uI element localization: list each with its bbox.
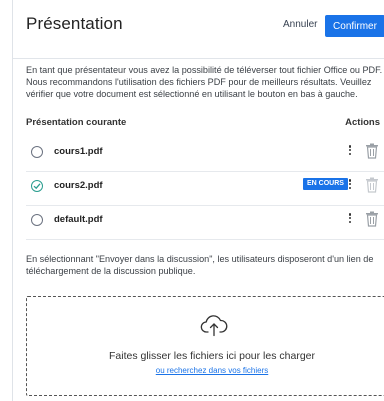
browse-files-link[interactable]: ou recherchez dans vos fichiers — [27, 366, 384, 375]
modal-header: Présentation Annuler Confirmer — [13, 0, 384, 59]
intro-text: En tant que présentateur vous avez la po… — [26, 65, 383, 99]
table-row: cours1.pdf — [26, 138, 384, 172]
trash-icon[interactable] — [365, 211, 379, 227]
chat-download-note: En sélectionnant "Envoyer dans la discus… — [26, 254, 374, 276]
cancel-button[interactable]: Annuler — [283, 19, 317, 30]
radio-icon[interactable] — [31, 214, 43, 226]
presentation-modal: Présentation Annuler Confirmer En tant q… — [12, 0, 384, 401]
column-header-actions: Actions — [345, 117, 380, 128]
trash-icon[interactable] — [365, 143, 379, 159]
dropzone-text: Faites glisser les fichiers ici pour les… — [109, 350, 315, 362]
row-divider — [26, 239, 384, 240]
kebab-menu-icon[interactable] — [347, 178, 353, 192]
kebab-menu-icon[interactable] — [347, 144, 353, 158]
file-name: cours1.pdf — [54, 146, 103, 157]
table-row: default.pdf — [26, 206, 384, 240]
column-header-current: Présentation courante — [26, 117, 127, 128]
current-badge: EN COURS — [303, 178, 348, 190]
file-name: cours2.pdf — [54, 180, 103, 191]
file-dropzone[interactable]: Faites glisser les fichiers ici pour les… — [26, 296, 384, 396]
kebab-menu-icon[interactable] — [347, 212, 353, 226]
radio-icon[interactable] — [31, 146, 43, 158]
check-icon[interactable] — [31, 180, 43, 192]
table-row: cours2.pdf EN COURS — [26, 172, 384, 206]
modal-title: Présentation — [26, 14, 123, 33]
file-name: default.pdf — [54, 214, 103, 225]
cloud-upload-icon — [200, 313, 228, 342]
trash-icon[interactable] — [365, 177, 379, 193]
confirm-button[interactable]: Confirmer — [325, 15, 384, 37]
